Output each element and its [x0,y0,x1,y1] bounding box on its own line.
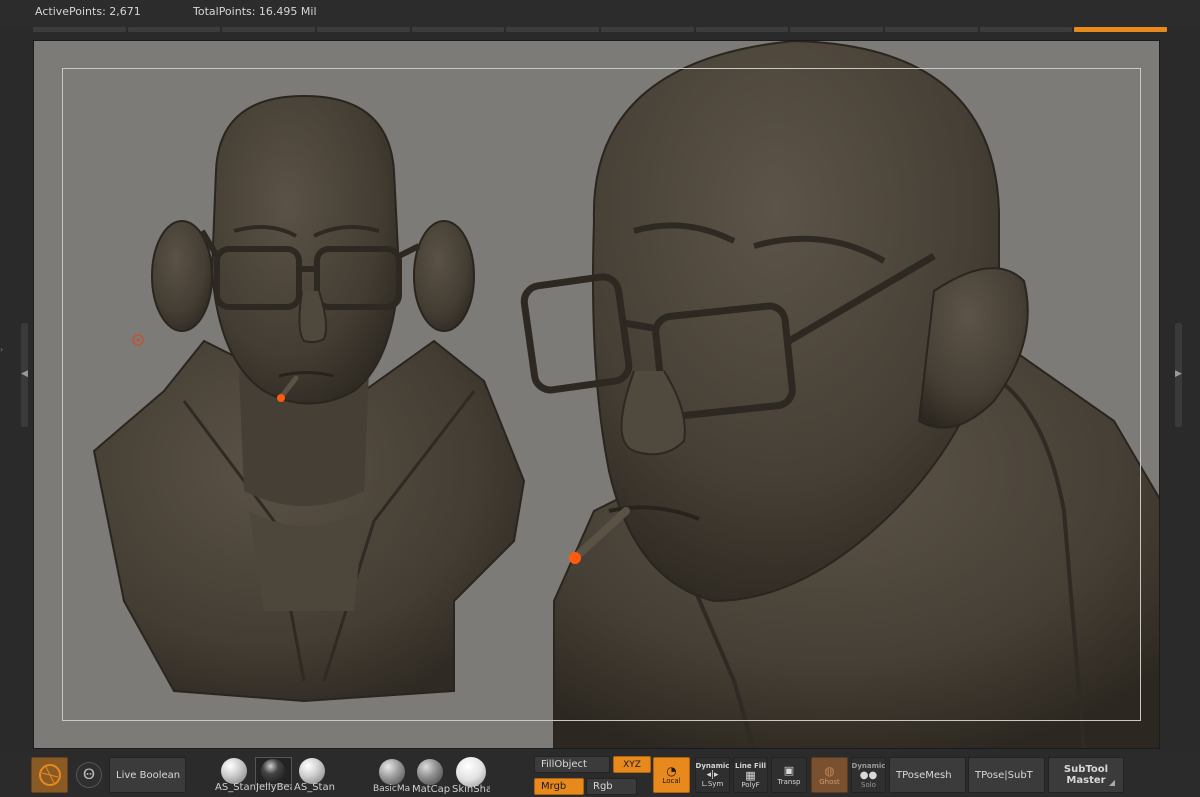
grey-sphere-icon [379,759,405,785]
rgb-button[interactable]: Rgb [586,778,637,795]
mrgb-label: Mrgb [541,781,567,792]
document-tab[interactable] [506,27,600,32]
material-label: JellyBea [256,782,292,793]
left-edge-marker: › [0,345,4,354]
document-tab[interactable] [979,27,1073,32]
fill-object-button[interactable]: FillObject [534,756,610,773]
subtool-master-label-2: Master [1066,775,1106,786]
active-points-readout: ActivePoints: 2,671 [35,5,141,18]
document-tab[interactable] [127,27,221,32]
white-sphere-icon [221,758,247,784]
solo-button[interactable]: Dynamic ●● Solo [851,757,886,793]
transparency-icon: ▣ [783,764,795,777]
document-tab[interactable] [222,27,316,32]
tpose-mesh-button[interactable]: TPoseMesh [889,757,966,793]
sculpt-render [92,41,1159,748]
bottom-shelf: Ꙫ Live Boolean AS_Stan JellyBea AS_Stan … [0,750,1200,797]
ghost-button[interactable]: ◍ Ghost [811,757,848,793]
live-boolean-button[interactable]: Live Boolean [109,757,186,793]
lsym-label: L.Sym [701,780,724,788]
material-label: AS_Stan [215,782,256,793]
bust-front-view [92,94,526,703]
xyz-button[interactable]: XYZ [613,756,651,773]
material-label: SkinSha [452,784,490,795]
total-points-readout: TotalPoints: 16.495 Mil [193,5,317,18]
material-label: AS_Stan [294,782,335,793]
dynamic-caption: Dynamic [695,762,730,770]
local-button[interactable]: ◔ Local [653,757,690,793]
live-boolean-label: Live Boolean [116,769,181,781]
brush-sphere-icon [38,764,61,786]
rgb-label: Rgb [593,781,613,792]
document-tab[interactable] [317,27,410,32]
local-pivot-icon: ◔ [666,764,677,778]
bust-closeup-view [520,41,1159,748]
solo-icon: ●● [859,769,878,781]
subtool-master-button[interactable]: SubTool Master ◢ [1048,757,1124,793]
polyf-label: PolyF [741,780,760,789]
mrgb-button[interactable]: Mrgb [534,778,584,795]
corner-triangle-icon: ◢ [1108,778,1115,787]
document-tab[interactable] [1074,27,1168,32]
ghost-icon: ◍ [824,764,835,778]
left-shelf-toggle[interactable]: ◀ [21,323,28,427]
document-tab[interactable] [695,27,789,32]
local-label: Local [662,777,681,785]
ghost-label: Ghost [819,778,840,786]
material-label: BasicMa [373,784,411,794]
stroke-icon: Ꙫ [83,767,95,783]
tpose-mesh-label: TPoseMesh [896,769,952,781]
tool-button[interactable] [31,757,68,793]
symmetry-arrows-icon: ◂|▸ [706,770,719,780]
chevron-left-icon: ◀ [21,369,28,379]
transp-button[interactable]: ▣ Transp [771,757,807,793]
document-tab[interactable] [790,27,884,32]
dark-sphere-icon [261,759,285,783]
tpose-subt-label: TPose|SubT [975,769,1033,781]
polyframe-grid-icon: ▦ [745,768,756,782]
fill-object-label: FillObject [541,759,587,770]
solo-label: Solo [861,780,876,789]
document-tab[interactable] [33,27,126,32]
chevron-right-icon: ▶ [1175,369,1182,379]
subtool-master-label-1: SubTool [1063,764,1109,775]
right-shelf-toggle[interactable]: ▶ [1175,323,1182,427]
material-label: MatCap [412,784,451,795]
white-sphere-icon [456,757,486,787]
document-tab[interactable] [411,27,505,32]
transp-label: Transp [777,778,801,786]
xyz-label: XYZ [623,759,641,770]
white-sphere-icon [299,758,325,784]
grey-sphere-icon [417,759,443,785]
canvas-viewport[interactable] [33,40,1160,749]
document-tab[interactable] [601,27,694,32]
dynamic-solo-caption: Dynamic [851,761,886,770]
tpose-subt-button[interactable]: TPose|SubT [968,757,1045,793]
top-status-bar: ActivePoints: 2,671 TotalPoints: 16.495 … [0,0,1200,27]
document-tab[interactable] [885,27,978,32]
lsym-button[interactable]: Dynamic ◂|▸ L.Sym [695,757,730,793]
polyf-button[interactable]: Line Fill ▦ PolyF [733,757,768,793]
stroke-button[interactable]: Ꙫ [76,762,102,788]
document-tab-strip [33,27,1168,33]
